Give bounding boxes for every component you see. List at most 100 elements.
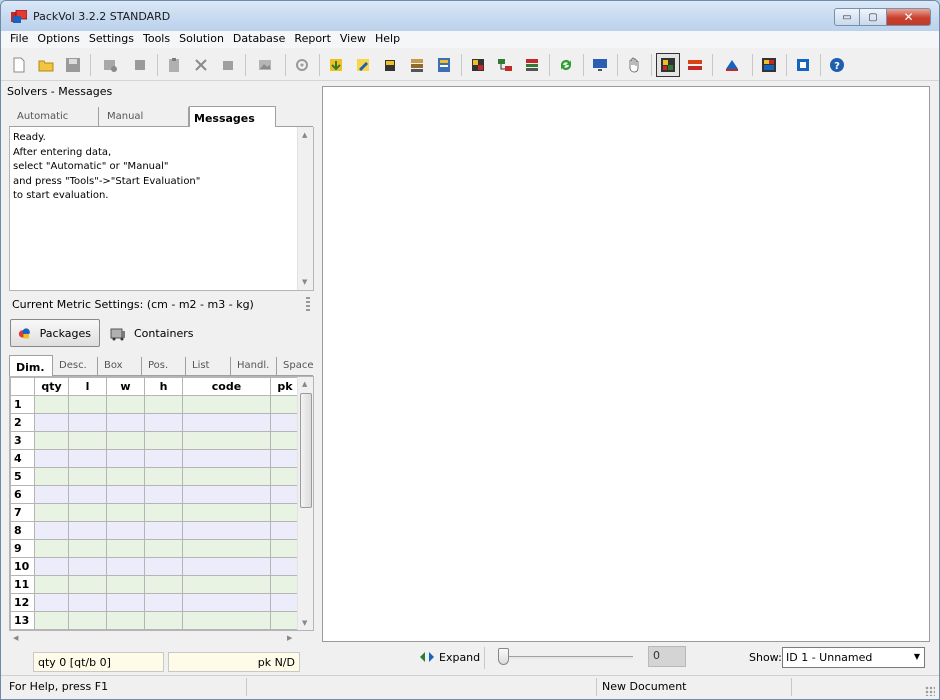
grid-cell-h[interactable]	[144, 503, 183, 522]
grid-cell-code[interactable]	[182, 395, 271, 414]
tab-box[interactable]: Box	[98, 357, 142, 376]
grid-cell-l[interactable]	[68, 539, 107, 558]
grid-cell-pk[interactable]	[270, 467, 300, 486]
grid-cell-h[interactable]	[144, 395, 183, 414]
row-header[interactable]: 11	[10, 575, 35, 594]
database-button[interactable]	[378, 53, 402, 77]
grid-cell-l[interactable]	[68, 485, 107, 504]
scroll-up-icon[interactable]: ▲	[302, 131, 307, 139]
grid-cell-w[interactable]	[106, 413, 145, 432]
grid-cell-pk[interactable]	[270, 539, 300, 558]
row-header[interactable]: 5	[10, 467, 35, 486]
menu-file[interactable]: File	[6, 31, 33, 48]
settings-button[interactable]	[290, 53, 314, 77]
tab-pos[interactable]: Pos.	[142, 357, 186, 376]
grid-cell-w[interactable]	[106, 395, 145, 414]
tree-button[interactable]	[493, 53, 517, 77]
stack-button[interactable]	[405, 53, 429, 77]
row-header[interactable]: 8	[10, 521, 35, 540]
grid-cell-pk[interactable]	[270, 521, 300, 540]
menu-solution[interactable]: Solution	[175, 31, 229, 48]
monitor-button[interactable]	[588, 53, 612, 77]
maximize-button[interactable]: ▢	[860, 8, 887, 26]
row-header[interactable]: 7	[10, 503, 35, 522]
grid-button[interactable]	[757, 53, 781, 77]
view-3d-button[interactable]	[656, 52, 680, 77]
grid-cell-w[interactable]	[106, 467, 145, 486]
grid-cell-pk[interactable]	[270, 395, 300, 414]
hand-tool-button[interactable]	[622, 53, 646, 77]
grid-cell-qty[interactable]	[34, 611, 69, 630]
splitter-grip[interactable]	[306, 297, 310, 311]
grid-cell-code[interactable]	[182, 593, 271, 612]
import-button[interactable]	[324, 53, 348, 77]
close-button[interactable]: ✕	[887, 8, 931, 26]
grid-cell-pk[interactable]	[270, 557, 300, 576]
column-header-w[interactable]: w	[106, 377, 145, 396]
table-row[interactable]: 11	[10, 575, 300, 594]
grid-cell-l[interactable]	[68, 557, 107, 576]
tab-list[interactable]: List	[186, 357, 231, 376]
table-row[interactable]: 9	[10, 539, 300, 558]
scroll-down-icon[interactable]: ▼	[302, 619, 307, 627]
menu-view[interactable]: View	[336, 31, 371, 48]
menu-tools[interactable]: Tools	[139, 31, 175, 48]
grid-cell-w[interactable]	[106, 575, 145, 594]
minimize-button[interactable]: ▭	[834, 8, 860, 26]
grid-cell-w[interactable]	[106, 611, 145, 630]
grid-cell-code[interactable]	[182, 467, 271, 486]
refresh-button[interactable]	[554, 53, 578, 77]
packages-button[interactable]: Packages	[10, 319, 100, 347]
grid-cell-h[interactable]	[144, 449, 183, 468]
view-3d-canvas[interactable]	[322, 86, 930, 642]
row-header[interactable]: 12	[10, 593, 35, 612]
grid-cell-l[interactable]	[68, 611, 107, 630]
grid-cell-h[interactable]	[144, 575, 183, 594]
table-row[interactable]: 8	[10, 521, 300, 540]
scroll-down-icon[interactable]: ▼	[302, 278, 307, 286]
menu-help[interactable]: Help	[371, 31, 405, 48]
column-header-code[interactable]: code	[182, 377, 271, 396]
grid-cell-h[interactable]	[144, 431, 183, 450]
scroll-up-icon[interactable]: ▲	[302, 380, 307, 388]
table-row[interactable]: 6	[10, 485, 300, 504]
grid-cell-code[interactable]	[182, 449, 271, 468]
table-row[interactable]: 7	[10, 503, 300, 522]
table-row[interactable]: 10	[10, 557, 300, 576]
messages-scrollbar[interactable]: ▲ ▼	[297, 127, 313, 290]
grid-cell-w[interactable]	[106, 503, 145, 522]
row-header[interactable]: 1	[10, 395, 35, 414]
grid-cell-l[interactable]	[68, 575, 107, 594]
show-select[interactable]: ID 1 - Unnamed ▼	[782, 647, 925, 668]
column-header-l[interactable]: l	[68, 377, 107, 396]
grid-cell-l[interactable]	[68, 431, 107, 450]
grid-cell-w[interactable]	[106, 485, 145, 504]
table-row[interactable]: 13	[10, 611, 300, 630]
table-row[interactable]: 1	[10, 395, 300, 414]
grid-cell-code[interactable]	[182, 485, 271, 504]
save-button[interactable]	[61, 53, 85, 77]
grid-cell-l[interactable]	[68, 503, 107, 522]
containers-button[interactable]: Containers	[104, 319, 202, 347]
report-button[interactable]	[466, 53, 490, 77]
grid-cell-pk[interactable]	[270, 503, 300, 522]
paste-button[interactable]	[162, 53, 186, 77]
column-header-pk[interactable]: pk	[270, 377, 300, 396]
grid-cell-l[interactable]	[68, 449, 107, 468]
grid-cell-h[interactable]	[144, 557, 183, 576]
help-button[interactable]: ?	[825, 53, 849, 77]
grid-cell-h[interactable]	[144, 413, 183, 432]
new-button[interactable]	[7, 53, 31, 77]
grid-cell-code[interactable]	[182, 413, 271, 432]
menu-settings[interactable]: Settings	[85, 31, 139, 48]
grid-cell-code[interactable]	[182, 521, 271, 540]
grid-cell-h[interactable]	[144, 467, 183, 486]
row-header[interactable]: 4	[10, 449, 35, 468]
grid-cell-pk[interactable]	[270, 431, 300, 450]
grid-hscrollbar[interactable]: ◀ ▶	[9, 631, 299, 647]
row-header[interactable]: 2	[10, 413, 35, 432]
table-row[interactable]: 5	[10, 467, 300, 486]
undo-button[interactable]	[216, 53, 240, 77]
grid-cell-code[interactable]	[182, 557, 271, 576]
expand-slider-thumb[interactable]	[498, 648, 509, 665]
